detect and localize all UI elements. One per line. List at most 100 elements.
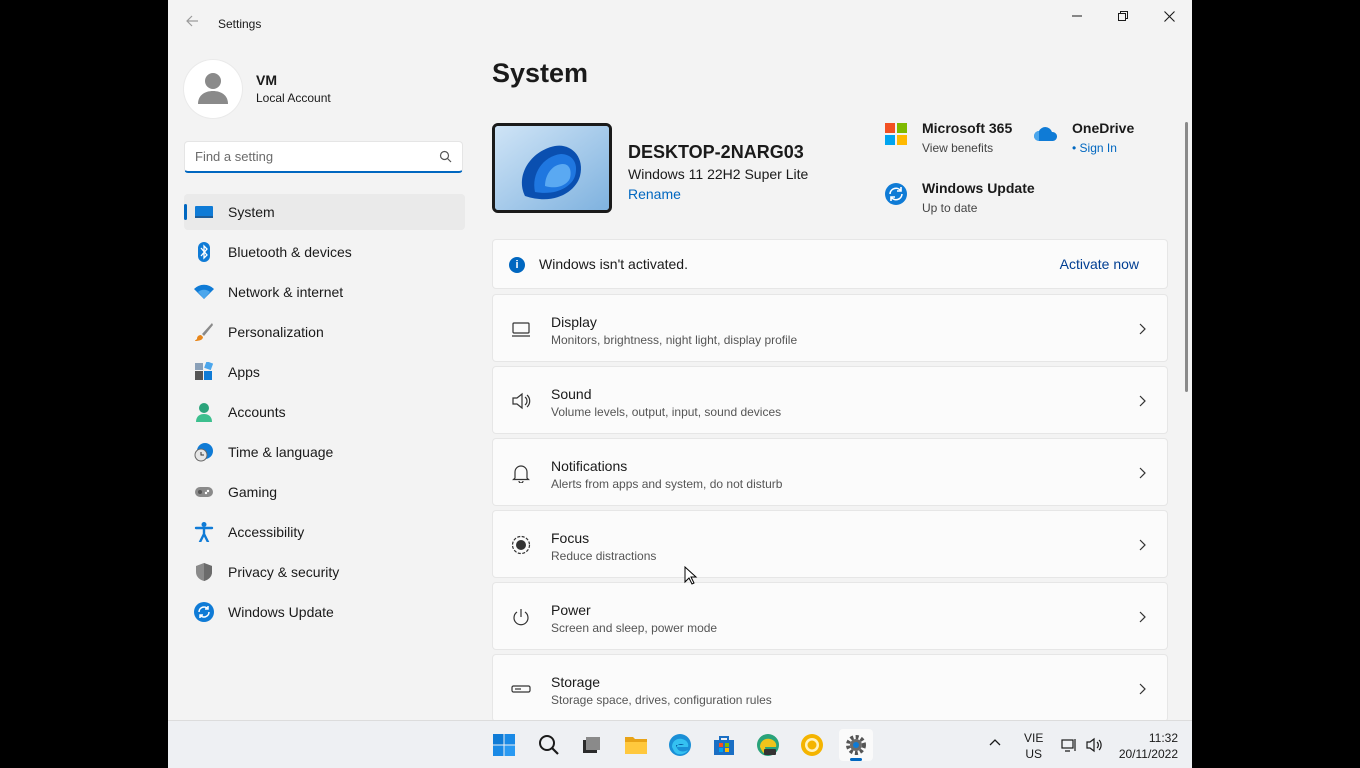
back-arrow-icon <box>186 15 198 27</box>
accessibility-icon <box>194 522 214 542</box>
power-icon <box>513 609 529 626</box>
close-icon <box>1163 10 1175 22</box>
sidebar-nav: System Bluetooth & devices Network & int… <box>184 194 465 634</box>
edge-button[interactable] <box>663 729 697 761</box>
settings-item-power[interactable]: Power Screen and sleep, power mode <box>492 582 1168 650</box>
gamepad-icon <box>195 487 213 497</box>
file-explorer-button[interactable] <box>619 729 653 761</box>
edge-canary-icon <box>757 734 779 756</box>
chevron-right-icon <box>1139 683 1146 695</box>
activate-now-button[interactable]: Activate now <box>1060 256 1139 272</box>
microsoft-365-link[interactable]: Microsoft 365 View benefits <box>884 120 1054 162</box>
sidebar-item-gaming[interactable]: Gaming <box>184 474 465 510</box>
chrome-canary-button[interactable] <box>795 729 829 761</box>
settings-item-storage[interactable]: Storage Storage space, drives, configura… <box>492 654 1168 722</box>
clock-date: 20/11/2022 <box>1118 747 1178 761</box>
search-input[interactable] <box>185 142 425 170</box>
settings-item-title: Sound <box>551 386 592 402</box>
volume-icon <box>1086 737 1102 753</box>
desktop-wallpaper-thumbnail[interactable] <box>492 123 612 213</box>
sidebar-item-accessibility[interactable]: Accessibility <box>184 514 465 550</box>
activation-message: Windows isn't activated. <box>539 256 688 272</box>
sidebar-item-privacy[interactable]: Privacy & security <box>184 554 465 590</box>
search-box[interactable] <box>184 141 463 173</box>
sidebar-item-label: Accessibility <box>228 524 305 540</box>
page-title: System <box>492 58 589 88</box>
chrome-canary-icon <box>801 734 823 756</box>
sidebar-item-label: Time & language <box>228 444 334 460</box>
settings-item-display[interactable]: Display Monitors, brightness, night ligh… <box>492 294 1168 362</box>
quick-link-title: Windows Update <box>922 180 1035 196</box>
restore-icon <box>1118 11 1128 21</box>
start-button[interactable] <box>487 729 521 761</box>
minimize-icon <box>1072 15 1082 17</box>
taskbar-search-button[interactable] <box>532 729 566 761</box>
sidebar-item-bluetooth[interactable]: Bluetooth & devices <box>184 234 465 270</box>
volume-button[interactable] <box>1086 737 1104 756</box>
network-button[interactable] <box>1061 737 1077 756</box>
settings-taskbar-button[interactable] <box>839 729 873 761</box>
restore-button[interactable] <box>1100 0 1146 32</box>
settings-item-sound[interactable]: Sound Volume levels, output, input, soun… <box>492 366 1168 434</box>
sidebar-item-windows-update[interactable]: Windows Update <box>184 594 465 630</box>
sidebar-item-accounts[interactable]: Accounts <box>184 394 465 430</box>
os-version: Windows 11 22H2 Super Lite <box>628 166 809 182</box>
sidebar-item-label: Windows Update <box>228 604 334 620</box>
quick-link-title: Microsoft 365 <box>922 120 1013 136</box>
taskbar: VIE US 11:32 20/11/2022 <box>168 720 1192 768</box>
user-avatar-icon <box>198 73 228 104</box>
rename-link[interactable]: Rename <box>628 186 681 202</box>
sidebar-item-system[interactable]: System <box>184 194 465 230</box>
onedrive-link[interactable]: OneDrive • Sign In <box>1034 120 1174 162</box>
brush-icon <box>195 323 213 341</box>
info-icon: i <box>509 257 525 273</box>
speaker-icon <box>512 392 531 410</box>
close-button[interactable] <box>1146 0 1192 32</box>
update-icon <box>885 183 907 205</box>
sidebar-item-apps[interactable]: Apps <box>184 354 465 390</box>
chevron-right-icon <box>1139 395 1146 407</box>
edge-canary-button[interactable] <box>751 729 785 761</box>
task-view-button[interactable] <box>574 729 608 761</box>
back-button[interactable] <box>180 12 204 36</box>
accounts-icon <box>196 403 212 422</box>
settings-item-notifications[interactable]: Notifications Alerts from apps and syste… <box>492 438 1168 506</box>
wifi-icon <box>194 284 214 299</box>
account-type: Local Account <box>256 91 331 105</box>
user-name: VM <box>256 72 277 88</box>
sidebar-item-label: Privacy & security <box>228 564 340 580</box>
window-title: Settings <box>218 17 262 31</box>
windows-update-link[interactable]: Windows Update Up to date <box>884 180 1054 222</box>
sidebar-item-label: Gaming <box>228 484 278 500</box>
user-profile[interactable]: VM Local Account <box>184 58 474 118</box>
sidebar-item-network[interactable]: Network & internet <box>184 274 465 310</box>
microsoft-store-button[interactable] <box>707 729 741 761</box>
storage-icon <box>511 685 531 693</box>
settings-item-focus[interactable]: Focus Reduce distractions <box>492 510 1168 578</box>
show-hidden-icons-button[interactable] <box>988 735 1002 752</box>
update-icon <box>194 602 214 622</box>
chevron-right-icon <box>1139 611 1146 623</box>
task-view-icon <box>583 737 600 753</box>
chevron-right-icon <box>1139 467 1146 479</box>
sidebar-item-time-language[interactable]: Time & language <box>184 434 465 470</box>
sidebar-item-label: Personalization <box>228 324 324 340</box>
scrollbar[interactable] <box>1185 122 1188 392</box>
settings-item-title: Display <box>551 314 597 330</box>
settings-item-title: Focus <box>551 530 590 546</box>
windows-bloom-image <box>495 126 609 210</box>
keyboard-region: US <box>1025 747 1042 761</box>
sidebar-item-personalization[interactable]: Personalization <box>184 314 465 350</box>
settings-window: Settings VM Local Account System Bluetoo… <box>168 0 1192 768</box>
quick-link-subtitle: • Sign In <box>1072 141 1117 155</box>
taskbar-clock[interactable]: 11:32 20/11/2022 <box>1119 730 1178 762</box>
input-language-indicator[interactable]: VIE US <box>1024 730 1043 762</box>
search-icon <box>439 150 452 163</box>
avatar <box>184 60 242 118</box>
sidebar-item-label: System <box>228 204 275 220</box>
mouse-cursor-icon <box>684 566 698 585</box>
settings-item-subtitle: Alerts from apps and system, do not dist… <box>551 477 783 491</box>
minimize-button[interactable] <box>1054 0 1100 32</box>
sidebar-item-label: Apps <box>228 364 260 380</box>
clock-globe-icon <box>194 443 213 462</box>
